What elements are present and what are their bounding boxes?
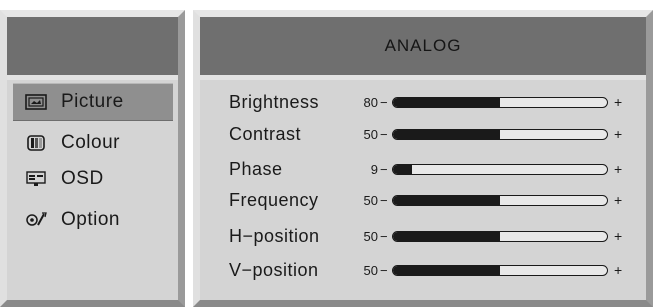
menu-item-colour[interactable]: Colour [13,124,173,162]
increase-button[interactable]: + [614,262,622,278]
setting-label: Brightness [229,91,320,112]
setting-row: V−position 50− + [200,255,646,285]
menu-item-label: Option [61,209,120,230]
decrease-button[interactable]: − [380,95,388,110]
decrease-button[interactable]: − [380,229,388,244]
setting-label: Frequency [229,189,319,210]
osd-screen: Picture Colour OSD Option ANALOG Brightn… [0,0,653,307]
setting-slider[interactable] [392,96,608,108]
slider-fill [393,97,500,107]
menu-item-osd[interactable]: OSD [13,160,173,198]
setting-row: Brightness 80− + [200,87,646,117]
setting-value: 80 [363,94,378,110]
setting-label: Contrast [229,123,302,144]
menu-item-label: Picture [61,91,124,112]
setting-value: 50 [363,192,378,208]
setting-slider[interactable] [392,128,608,140]
increase-button[interactable]: + [614,192,622,208]
decrease-button[interactable]: − [380,263,388,278]
slider-fill [393,164,413,174]
menu-header [7,17,178,75]
panel-title: ANALOG [384,36,462,55]
setting-slider[interactable] [392,163,608,175]
picture-icon [25,93,47,111]
slider-fill [393,195,500,205]
setting-value: 50 [363,126,378,142]
slider-fill [393,129,500,139]
setting-row: Contrast 50− + [200,119,646,149]
setting-value: 50 [363,228,378,244]
setting-slider[interactable] [392,264,608,276]
increase-button[interactable]: + [614,94,622,110]
increase-button[interactable]: + [614,126,622,142]
colour-icon [25,134,47,152]
panel-divider [200,75,646,80]
decrease-button[interactable]: − [380,127,388,142]
menu-panel: Picture Colour OSD Option [0,10,185,307]
setting-label: Phase [229,158,283,179]
setting-label: H−position [229,225,320,246]
option-icon [25,211,47,229]
menu-item-picture[interactable]: Picture [13,83,173,121]
setting-label: V−position [229,259,319,280]
osd-icon [25,170,47,188]
decrease-button[interactable]: − [380,162,388,177]
menu-item-label: OSD [61,168,104,189]
slider-fill [393,231,500,241]
setting-row: Phase 9− + [200,154,646,184]
setting-value: 50 [363,262,378,278]
increase-button[interactable]: + [614,228,622,244]
decrease-button[interactable]: − [380,193,388,208]
panel-title-bar: ANALOG [200,17,646,75]
increase-button[interactable]: + [614,161,622,177]
setting-value: 9 [370,161,378,177]
menu-divider [7,75,178,80]
setting-slider[interactable] [392,194,608,206]
setting-row: H−position 50− + [200,221,646,251]
menu-item-label: Colour [61,132,120,153]
setting-slider[interactable] [392,230,608,242]
slider-fill [393,265,500,275]
settings-panel: ANALOG Brightness 80− + Contrast 50− + Phase 9−… [193,10,653,307]
setting-row: Frequency 50− + [200,185,646,215]
menu-item-option[interactable]: Option [13,201,173,239]
